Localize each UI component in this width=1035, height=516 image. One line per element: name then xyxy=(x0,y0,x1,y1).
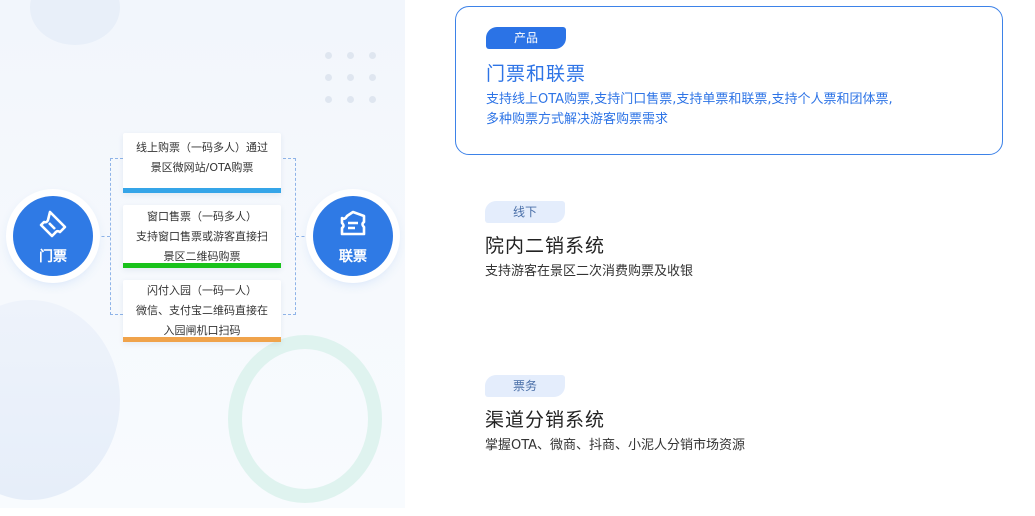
decor-circle xyxy=(30,0,120,45)
feature-tag: 线下 xyxy=(485,201,565,223)
feature-tag: 产品 xyxy=(486,27,566,49)
feature-desc-line: 多种购票方式解决游客购票需求 xyxy=(486,112,669,127)
ticket-circle-label: 门票 xyxy=(39,249,67,265)
feature-item-channel-distribution[interactable]: 票务 渠道分销系统 掌握OTA、微商、抖商、小泥人分销市场资源 xyxy=(455,368,1003,468)
card-line: 闪付入园（一码一人） xyxy=(147,284,257,297)
feature-desc-line: 支持游客在景区二次消费购票及收银 xyxy=(485,264,694,279)
feature-desc-line: 掌握OTA、微商、抖商、小泥人分销市场资源 xyxy=(485,438,746,453)
feature-title: 门票和联票 xyxy=(486,63,587,85)
card-bar xyxy=(123,337,281,342)
combo-ticket-circle-label: 联票 xyxy=(339,249,367,265)
ticket-diagram: 门票 联票 线上购票（一码多人）通过 景区微网站/OTA购票 窗口售票（一码多人… xyxy=(0,0,405,508)
card-bar xyxy=(123,188,281,193)
ticket-icon xyxy=(39,210,67,238)
method-card-online: 线上购票（一码多人）通过 景区微网站/OTA购票 xyxy=(123,133,281,193)
feature-item-tickets[interactable]: 产品 门票和联票 支持线上OTA购票,支持门口售票,支持单票和联票,支持个人票和… xyxy=(455,6,1003,155)
connector-stub-right xyxy=(296,236,310,237)
decor-blob xyxy=(0,300,120,500)
combo-ticket-icon xyxy=(340,210,366,236)
feature-title: 院内二销系统 xyxy=(485,235,606,257)
decor-ring xyxy=(228,335,382,503)
card-line: 线上购票（一码多人）通过 xyxy=(136,141,268,154)
card-line: 支持窗口售票或游客直接扫 xyxy=(136,230,268,243)
card-line: 景区微网站/OTA购票 xyxy=(150,161,254,174)
feature-title: 渠道分销系统 xyxy=(485,409,606,431)
connector-stub-left xyxy=(96,236,110,237)
card-line: 窗口售票（一码多人） xyxy=(147,210,257,223)
feature-description: 支持游客在景区二次消费购票及收银 xyxy=(485,262,965,282)
feature-desc-line: 支持线上OTA购票,支持门口售票,支持单票和联票,支持个人票和团体票, xyxy=(486,92,893,107)
connector-left xyxy=(110,158,123,315)
method-card-window: 窗口售票（一码多人） 支持窗口售票或游客直接扫 景区二维码购票 xyxy=(123,205,281,268)
connector-right xyxy=(283,158,296,315)
feature-description: 掌握OTA、微商、抖商、小泥人分销市场资源 xyxy=(485,436,965,456)
card-line: 微信、支付宝二维码直接在 xyxy=(136,304,268,317)
combo-ticket-circle: 联票 xyxy=(313,196,393,276)
card-bar xyxy=(123,263,281,268)
feature-description: 支持线上OTA购票,支持门口售票,支持单票和联票,支持个人票和团体票, 多种购票… xyxy=(486,90,966,130)
feature-item-secondary-sales[interactable]: 线下 院内二销系统 支持游客在景区二次消费购票及收银 xyxy=(455,194,1003,294)
ticket-circle: 门票 xyxy=(13,196,93,276)
method-card-flashpay: 闪付入园（一码一人） 微信、支付宝二维码直接在 入园闸机口扫码 xyxy=(123,280,281,342)
decor-dot-grid xyxy=(325,52,385,112)
feature-tag: 票务 xyxy=(485,375,565,397)
